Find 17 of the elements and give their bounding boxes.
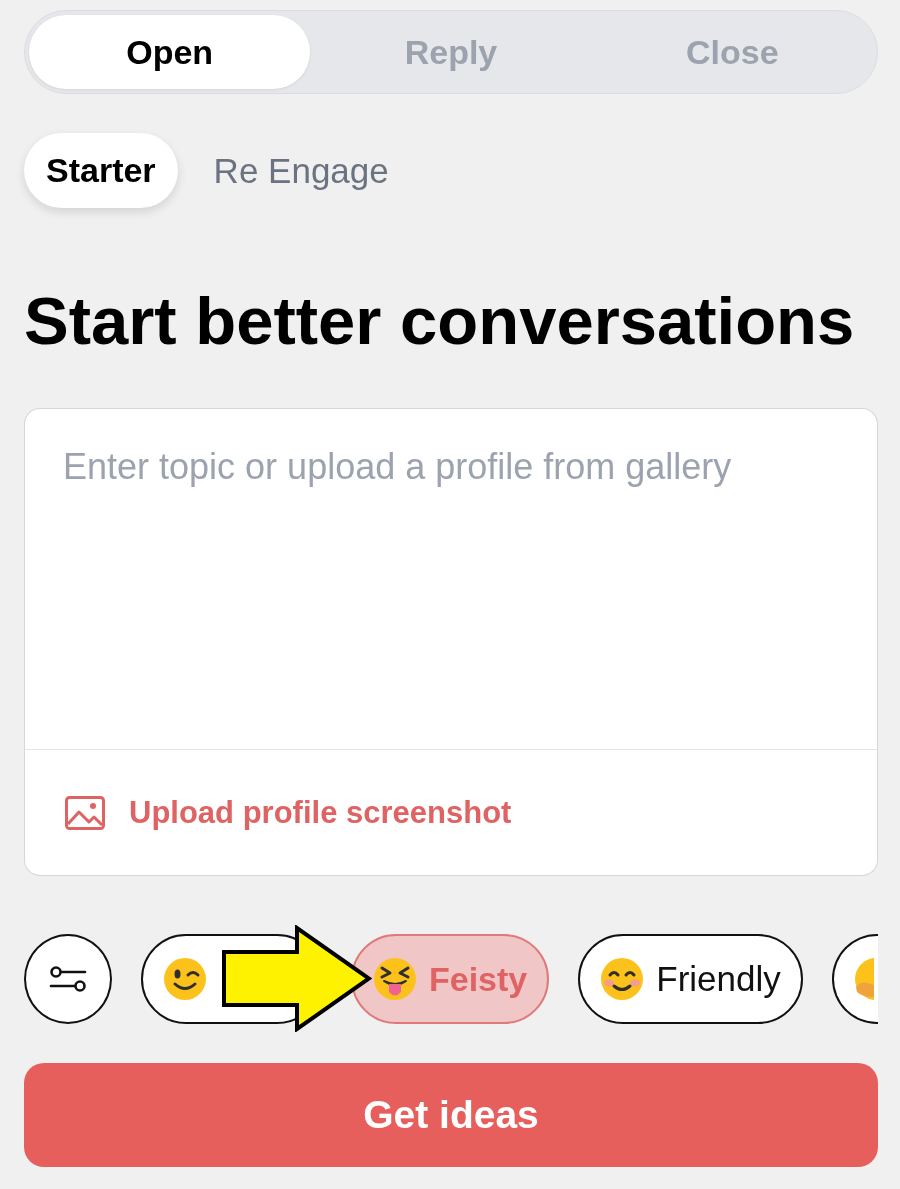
topic-field[interactable]: Enter topic or upload a profile from gallery xyxy=(24,408,878,750)
mode-tab[interactable]: Reply xyxy=(310,15,592,89)
category-tab[interactable]: Re Engage xyxy=(191,133,411,208)
face-emoji-icon xyxy=(853,957,874,1001)
image-icon xyxy=(65,795,105,830)
upload-screenshot-button[interactable]: Upload profile screenshot xyxy=(65,794,512,831)
tone-chip[interactable]: Feisty xyxy=(351,934,550,1024)
mode-tab[interactable]: Close xyxy=(591,15,873,89)
smiling-face-icon xyxy=(600,957,645,1001)
get-ideas-button[interactable]: Get ideas xyxy=(24,1063,878,1167)
page-heading: Start better conversations xyxy=(24,282,856,360)
mode-tab[interactable]: Open xyxy=(29,15,311,89)
tone-chip[interactable]: Friendly xyxy=(578,934,803,1024)
squinting-tongue-face-icon xyxy=(373,957,417,1001)
category-tab[interactable]: Starter xyxy=(24,133,178,208)
winking-face-icon xyxy=(163,957,207,1001)
sliders-icon xyxy=(49,966,87,992)
